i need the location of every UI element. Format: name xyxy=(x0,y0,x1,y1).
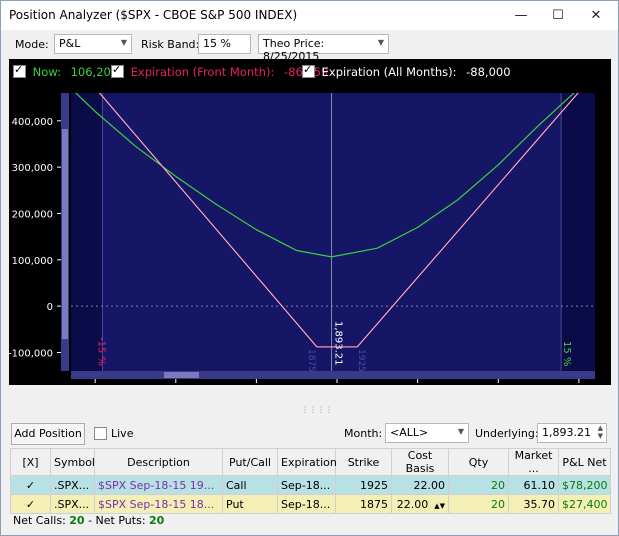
minimize-button[interactable]: — xyxy=(504,1,538,30)
horizontal-scroll-thumb xyxy=(164,372,199,378)
cost-basis-value: 22.00 xyxy=(396,497,429,511)
y-tick-label: 300,000 xyxy=(12,163,53,174)
strike-label: 1925 xyxy=(356,349,366,372)
strike-label: 1875 xyxy=(306,349,316,372)
net-puts-value: 20 xyxy=(149,514,165,527)
col-header[interactable]: Market ... xyxy=(508,448,559,476)
mode-select[interactable]: P&L ▼ xyxy=(54,34,132,54)
cell-pnl: $78,200 xyxy=(558,475,611,495)
cell-putcall: Put xyxy=(222,494,278,514)
close-button[interactable]: ✕ xyxy=(579,1,613,30)
table-row[interactable]: ✓ .SPX... $SPX Sep-18-15 19... Call Sep-… xyxy=(10,475,611,495)
table-row[interactable]: ✓ .SPX... $SPX Sep-18-15 18... Put Sep-1… xyxy=(10,494,611,514)
cell-expiration: Sep-18... xyxy=(277,494,336,514)
cell-putcall: Call xyxy=(222,475,278,495)
underlying-marker-label: 1,893.21 xyxy=(333,321,344,366)
month-label: Month: xyxy=(344,427,383,440)
net-calls-value: 20 xyxy=(69,514,85,527)
horizontal-scrollbar xyxy=(71,371,595,379)
cell-strike: 1925 xyxy=(335,475,392,495)
position-analyzer-window: Position Analyzer ($SPX - CBOE S&P 500 I… xyxy=(0,0,619,536)
add-position-button[interactable]: Add Position xyxy=(11,423,85,445)
row-checkbox[interactable]: ✓ xyxy=(10,475,51,495)
chevron-down-icon: ▼ xyxy=(377,38,384,47)
col-header[interactable]: Put/Call xyxy=(222,448,278,476)
risk-band-low-label: -15 % xyxy=(95,337,106,366)
col-header[interactable]: Symbol xyxy=(50,448,95,476)
cell-qty[interactable]: 20 xyxy=(448,494,509,514)
cell-symbol: .SPX... xyxy=(50,475,95,495)
maximize-button[interactable]: ☐ xyxy=(541,1,575,30)
risk-band-label: Risk Band: xyxy=(141,38,200,51)
underlying-value: 1,893.21 xyxy=(542,426,591,439)
col-header[interactable]: Cost Basis xyxy=(391,448,449,476)
live-checkbox[interactable] xyxy=(94,427,107,440)
pnl-chart: Now: 106,200 Expiration (Front Month): -… xyxy=(9,59,611,385)
month-value: <ALL> xyxy=(390,426,429,439)
col-header[interactable]: Qty xyxy=(448,448,509,476)
net-calls-label: Net Calls: xyxy=(13,514,66,527)
month-select[interactable]: <ALL> ▼ xyxy=(385,423,469,443)
theo-price-select[interactable]: Theo Price: 8/25/2015 ▼ xyxy=(258,34,389,63)
col-header[interactable]: Expiration xyxy=(277,448,337,476)
cell-market: 61.10 xyxy=(508,475,559,495)
row-checkbox[interactable]: ✓ xyxy=(10,494,51,514)
cell-cost-basis[interactable]: 22.00 ▲▼ xyxy=(391,494,449,514)
y-tick-label: 200,000 xyxy=(12,209,53,220)
spinner-icon[interactable]: ▲▼ xyxy=(598,424,603,440)
col-header[interactable]: Description xyxy=(94,448,223,476)
cell-pnl: $27,400 xyxy=(558,494,611,514)
chevron-down-icon: ▼ xyxy=(457,427,464,436)
cell-expiration: Sep-18... xyxy=(277,475,336,495)
underlying-input[interactable]: 1,893.21 ▲ ▼ xyxy=(537,423,607,443)
table-header: [X] Symbol Description Put/Call Expirati… xyxy=(10,448,611,476)
cell-cost-basis[interactable]: 22.00 xyxy=(391,475,449,495)
col-header[interactable]: Strike xyxy=(335,448,392,476)
y-tick-label: 400,000 xyxy=(12,117,53,128)
underlying-label: Underlying: xyxy=(475,427,539,440)
chart-plot[interactable]: 400,000300,000200,000100,0000-100,0001,6… xyxy=(9,59,611,385)
cell-strike: 1875 xyxy=(335,494,392,514)
spinner-icon[interactable]: ▲▼ xyxy=(434,502,445,510)
cell-market: 35.70 xyxy=(508,494,559,514)
y-tick-label: -100,000 xyxy=(9,348,53,359)
live-label: Live xyxy=(111,427,134,440)
status-bar: Net Calls: 20 - Net Puts: 20 xyxy=(13,514,164,527)
chevron-down-icon: ▼ xyxy=(120,38,127,47)
net-puts-label: - Net Puts: xyxy=(88,514,146,527)
cell-description: $SPX Sep-18-15 18... xyxy=(94,494,223,514)
window-title: Position Analyzer ($SPX - CBOE S&P 500 I… xyxy=(9,8,298,22)
cell-description: $SPX Sep-18-15 19... xyxy=(94,475,223,495)
vertical-scroll-thumb xyxy=(62,129,68,339)
positions-table: [X] Symbol Description Put/Call Expirati… xyxy=(10,448,611,514)
col-header[interactable]: P&L Net xyxy=(558,448,611,476)
risk-band-high-label: 15 % xyxy=(561,341,572,366)
mode-label: Mode: xyxy=(15,38,49,51)
risk-band-input[interactable]: 15 % xyxy=(198,34,251,54)
title-bar: Position Analyzer ($SPX - CBOE S&P 500 I… xyxy=(1,1,618,30)
cell-qty[interactable]: 20 xyxy=(448,475,509,495)
y-tick-label: 0 xyxy=(47,302,53,313)
mode-value: P&L xyxy=(59,37,81,50)
y-tick-label: 100,000 xyxy=(12,256,53,267)
splitter-handle[interactable]: ⋮⋮⋮⋮ xyxy=(301,405,333,414)
cell-symbol: .SPX... xyxy=(50,494,95,514)
risk-band-value: 15 % xyxy=(203,37,231,50)
col-header[interactable]: [X] xyxy=(10,448,51,476)
